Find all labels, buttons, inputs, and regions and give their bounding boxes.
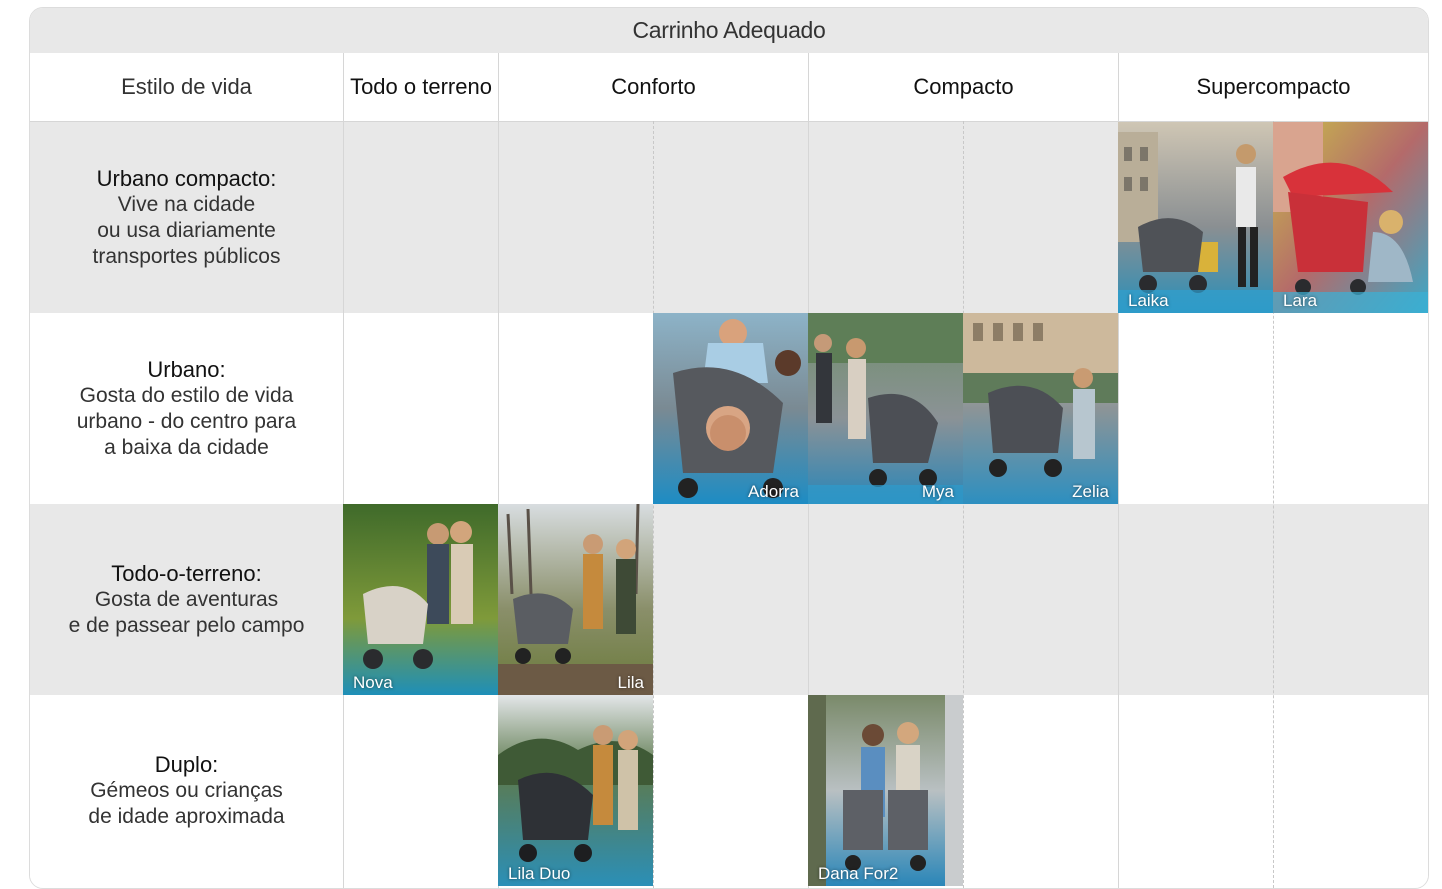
stroller-photo-dana-for2[interactable]: Dana For2 (808, 695, 963, 886)
stroller-name: Lila Duo (508, 864, 571, 883)
dana-for2-image (808, 695, 963, 886)
lara-image (1273, 122, 1428, 313)
stroller-comparison-table: Carrinho Adequado Estilo de vida Todo o … (29, 7, 1429, 889)
category-header-supercompact: Supercompacto (1119, 53, 1428, 121)
row-label: Duplo: Gémeos ou crianças de idade aprox… (30, 695, 343, 886)
row-description: Gémeos ou crianças de idade aproximada (88, 779, 285, 828)
lifestyle-header: Estilo de vida (30, 53, 344, 121)
category-label: Todo o terreno (350, 74, 492, 99)
stroller-photo-lila[interactable]: Lila (498, 504, 653, 695)
row-title: Urbano: (147, 357, 226, 382)
stroller-photo-zelia[interactable]: Zelia (963, 313, 1118, 504)
zelia-image (963, 313, 1118, 504)
stroller-photo-lila-duo[interactable]: Lila Duo (498, 695, 653, 886)
category-header-comfort: Conforto (499, 53, 809, 121)
row-title: Duplo: (154, 752, 219, 777)
lifestyle-header-label: Estilo de vida (121, 74, 252, 99)
row-title: Urbano compacto: (96, 166, 277, 191)
row-description: Gosta do estilo de vida urbano - do cent… (76, 384, 297, 459)
stroller-name: Mya (921, 482, 954, 501)
adorra-image (653, 313, 808, 504)
stroller-name: Dana For2 (818, 864, 899, 883)
stroller-name: Adorra (747, 482, 799, 501)
stroller-photo-nova[interactable]: Nova (343, 504, 498, 695)
row-label: Urbano compacto: Vive na cidade ou usa d… (30, 122, 343, 313)
lila-image (498, 504, 653, 695)
grid-divider (343, 53, 344, 888)
table-title-bar: Carrinho Adequado (30, 8, 1428, 53)
row-description: Vive na cidade ou usa diariamente transp… (92, 193, 281, 268)
category-label: Compacto (913, 74, 1014, 99)
row-label: Todo-o-terreno: Gosta de aventuras e de … (30, 504, 343, 695)
row-all-terrain: Todo-o-terreno: Gosta de aventuras e de … (30, 504, 1428, 695)
mya-image (808, 313, 963, 504)
stroller-photo-lara[interactable]: Lara (1273, 122, 1428, 313)
stroller-name: Zelia (1072, 482, 1109, 501)
stroller-name: Lara (1283, 291, 1318, 310)
category-label: Conforto (611, 74, 696, 99)
stroller-photo-mya[interactable]: Mya (808, 313, 963, 504)
nova-image (343, 504, 498, 695)
row-double: Duplo: Gémeos ou crianças de idade aprox… (30, 695, 1428, 886)
category-header-all-terrain: Todo o terreno (344, 53, 499, 121)
stroller-name: Laika (1128, 291, 1169, 310)
row-description: Gosta de aventuras e de passear pelo cam… (68, 588, 305, 637)
stroller-photo-adorra[interactable]: Adorra (653, 313, 808, 504)
row-title: Todo-o-terreno: (111, 561, 262, 586)
row-label: Urbano: Gosta do estilo de vida urbano -… (30, 313, 343, 504)
lila-duo-image (498, 695, 653, 886)
stroller-photo-laika[interactable]: Laika (1118, 122, 1273, 313)
category-label: Supercompacto (1196, 74, 1351, 99)
grid-subdivider (653, 121, 654, 888)
stroller-name: Nova (353, 673, 393, 692)
grid-subdivider (963, 121, 964, 888)
category-header-compact: Compacto (809, 53, 1119, 121)
table-title: Carrinho Adequado (632, 17, 826, 43)
stroller-name: Lila (617, 673, 644, 692)
laika-image (1118, 122, 1273, 313)
